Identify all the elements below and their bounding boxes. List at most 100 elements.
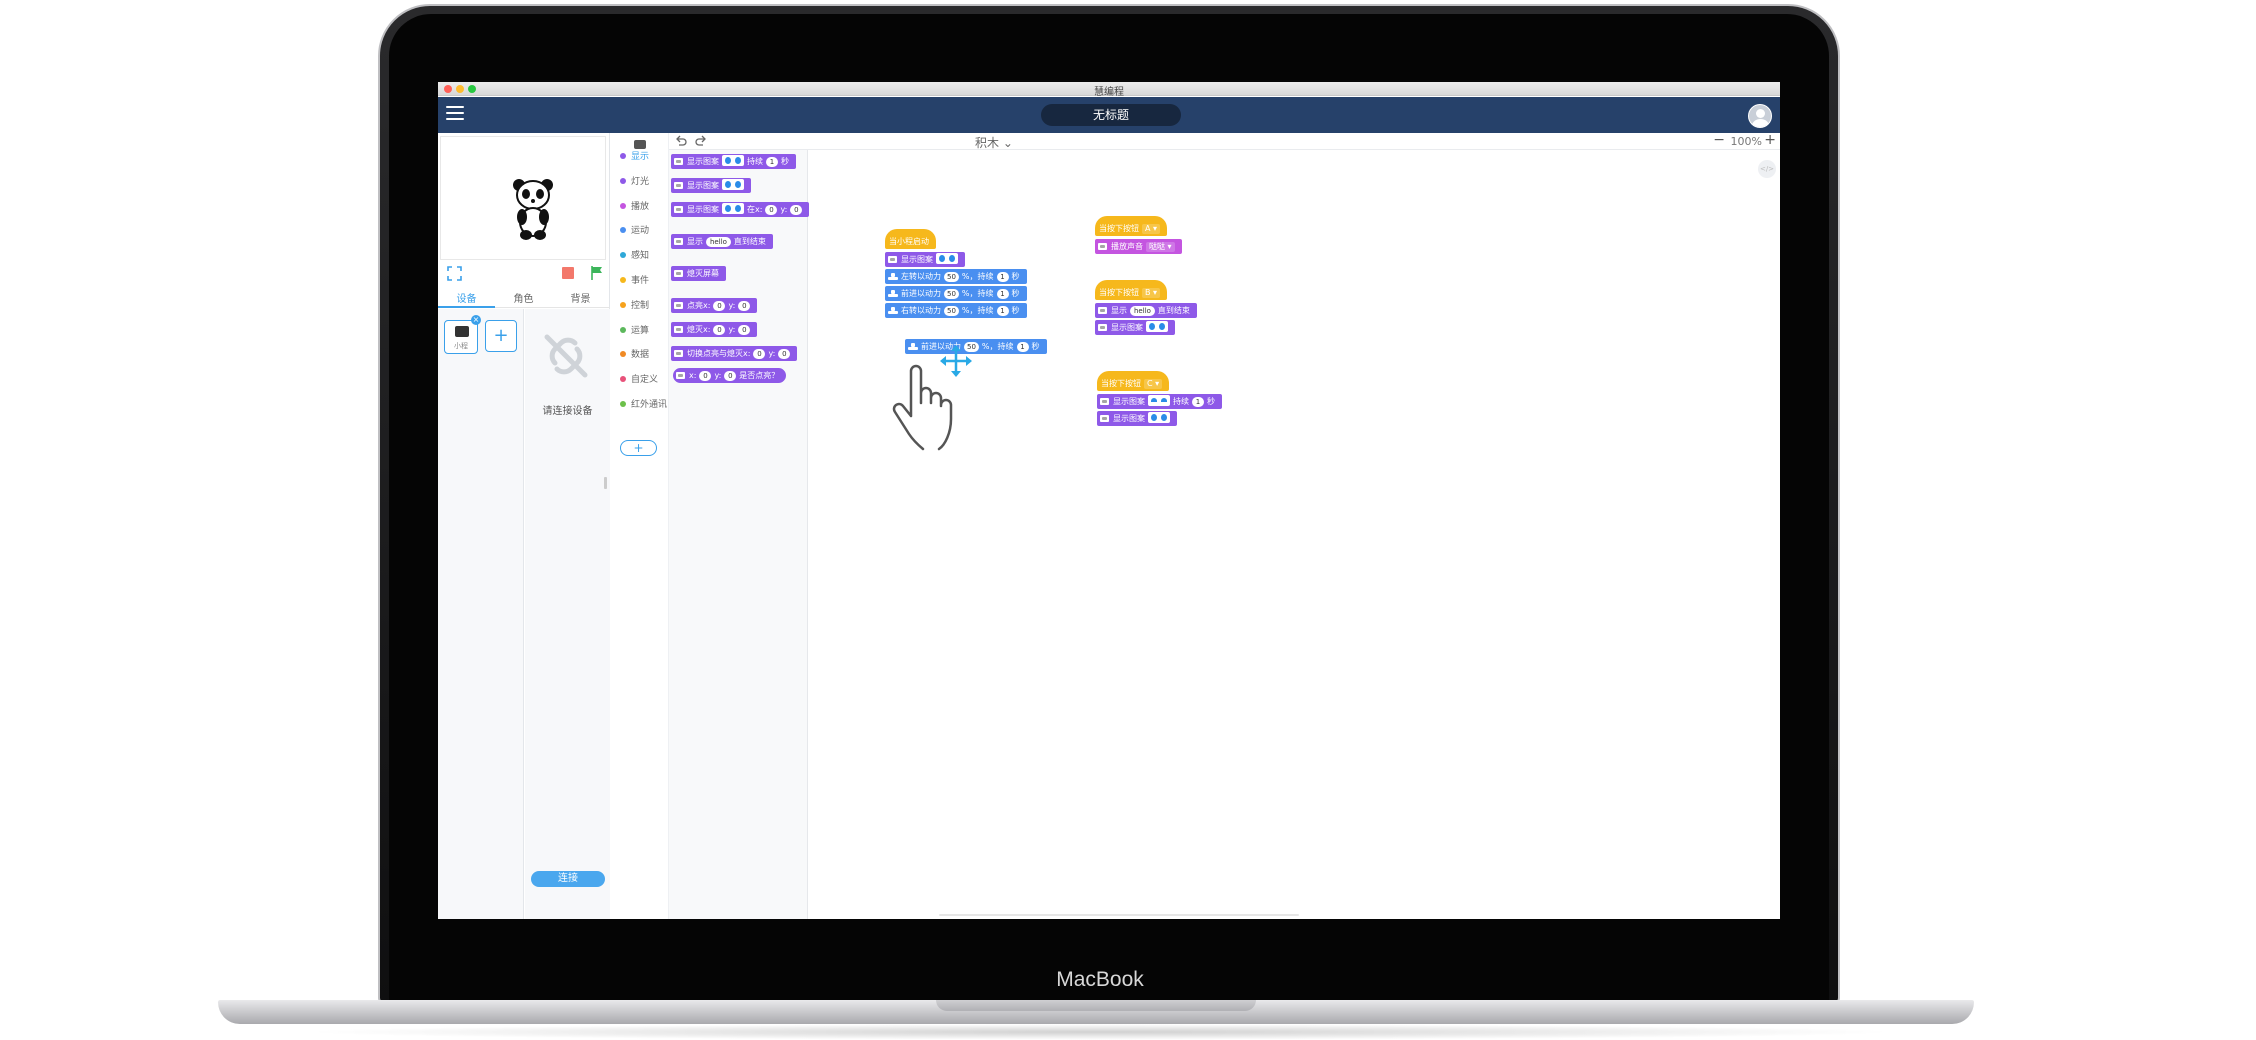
button-dropdown[interactable]: A ▾ xyxy=(1142,224,1161,234)
block-show-pattern[interactable]: 显示图案 xyxy=(1097,411,1177,426)
block-play-sound[interactable]: 播放声音 哒哒 ▾ xyxy=(1095,239,1182,254)
mode-select[interactable]: 积木 ⌄ xyxy=(975,134,1013,151)
button-dropdown[interactable]: B ▾ xyxy=(1142,288,1161,298)
number-input[interactable]: 0 xyxy=(765,205,778,215)
number-input[interactable]: 1 xyxy=(996,306,1009,316)
block-is-lit[interactable]: x: 0 y: 0 是否点亮？ xyxy=(673,368,787,383)
number-input[interactable]: 0 xyxy=(778,349,791,359)
number-input[interactable]: 0 xyxy=(738,325,751,335)
category-dot-icon xyxy=(620,277,626,283)
pattern-input[interactable] xyxy=(722,179,744,190)
pattern-input[interactable] xyxy=(1146,321,1168,332)
block-light-on[interactable]: 点亮x: 0 y: 0 xyxy=(671,298,758,313)
number-input[interactable]: 0 xyxy=(713,301,726,311)
workspace-scrollbar[interactable] xyxy=(939,914,1299,916)
category-item[interactable]: 灯光 xyxy=(620,174,649,188)
block-show-pattern[interactable]: 显示图案 xyxy=(671,178,751,193)
block-turn-left[interactable]: 左转以动力 50 %，持续 1 秒 xyxy=(885,269,1027,284)
block-show-pattern[interactable]: 显示图案 xyxy=(1095,320,1175,335)
tab-devices[interactable]: 设备 xyxy=(438,290,495,305)
sound-dropdown[interactable]: 哒哒 ▾ xyxy=(1146,242,1175,252)
category-item[interactable]: 运动 xyxy=(620,223,649,237)
category-item[interactable]: 数据 xyxy=(620,347,649,361)
block-palette: 显示图案 持续 1 秒 显示图案 显示图案 在x: 0 y: 0 显示 hello 直到结束 熄灭… xyxy=(669,150,810,919)
category-item[interactable]: 自定义 xyxy=(620,372,658,386)
number-input[interactable]: 0 xyxy=(738,301,751,311)
number-input[interactable]: 50 xyxy=(944,289,959,299)
number-input[interactable]: 50 xyxy=(944,306,959,316)
zoom-in-button[interactable]: + xyxy=(1764,132,1776,148)
number-input[interactable]: 1 xyxy=(766,157,778,167)
text-input[interactable]: hello xyxy=(706,237,731,247)
hat-block-button-b[interactable]: 当按下按钮 B ▾ xyxy=(1095,280,1168,300)
block-show-text[interactable]: 显示 hello 直到结束 xyxy=(671,234,773,249)
category-item[interactable]: 播放 xyxy=(620,199,649,213)
stop-icon[interactable] xyxy=(562,267,574,279)
block-show-text[interactable]: 显示 hello 直到结束 xyxy=(1095,303,1197,318)
number-input[interactable]: 1 xyxy=(996,272,1009,282)
panda-sprite[interactable] xyxy=(503,167,563,247)
add-device-button[interactable]: + xyxy=(485,320,517,352)
number-input[interactable]: 0 xyxy=(753,349,766,359)
hat-block-button-c[interactable]: 当按下按钮 C ▾ xyxy=(1097,371,1170,391)
connect-button[interactable]: 连接 xyxy=(531,871,605,887)
number-input[interactable]: 1 xyxy=(1016,342,1029,352)
block-show-pattern-for[interactable]: 显示图案 持续 1 秒 xyxy=(671,154,796,169)
block-show-pattern[interactable]: 显示图案 xyxy=(885,252,965,267)
chevron-down-icon: ⌄ xyxy=(1002,136,1013,150)
number-input[interactable]: 0 xyxy=(713,325,726,335)
block-label: 是否点亮？ xyxy=(739,371,780,380)
button-dropdown[interactable]: C ▾ xyxy=(1144,379,1163,389)
block-toggle-light[interactable]: 切换点亮与熄灭x: 0 y: 0 xyxy=(671,346,798,361)
dragged-block-forward[interactable]: 前进以动力 50 %，持续 1 秒 xyxy=(905,339,1047,354)
block-show-pattern-at[interactable]: 显示图案 在x: 0 y: 0 xyxy=(671,202,810,217)
category-item[interactable]: 感知 xyxy=(620,248,649,262)
tab-sprites[interactable]: 角色 xyxy=(495,290,552,305)
unlink-icon xyxy=(544,334,588,378)
category-item[interactable]: 运算 xyxy=(620,323,649,337)
fullscreen-icon[interactable] xyxy=(447,266,462,281)
laptop-shadow xyxy=(300,1024,1900,1040)
block-show-pattern-for[interactable]: 显示图案 持续 1 秒 xyxy=(1097,394,1222,409)
number-input[interactable]: 1 xyxy=(1192,397,1204,407)
number-input[interactable]: 0 xyxy=(790,205,803,215)
category-item[interactable]: 显示 xyxy=(620,149,649,163)
pattern-input[interactable] xyxy=(1148,412,1170,423)
hat-block-button-a[interactable]: 当按下按钮 A ▾ xyxy=(1095,216,1168,236)
panel-resize-handle[interactable] xyxy=(604,477,607,489)
project-title[interactable]: 无标题 xyxy=(1041,104,1181,126)
workspace-corner-badge[interactable]: </> xyxy=(1758,160,1776,178)
pattern-input[interactable] xyxy=(936,253,958,264)
number-input[interactable]: 1 xyxy=(996,289,1009,299)
user-avatar[interactable] xyxy=(1748,104,1772,128)
block-turn-right[interactable]: 右转以动力 50 %，持续 1 秒 xyxy=(885,303,1027,318)
pattern-input[interactable] xyxy=(722,203,744,214)
robot-block-icon xyxy=(674,158,683,165)
hamburger-menu-icon[interactable] xyxy=(446,106,464,122)
hat-block-on-start[interactable]: 当小程启动 xyxy=(885,229,936,249)
number-input[interactable]: 0 xyxy=(724,371,737,381)
number-input[interactable]: 0 xyxy=(699,371,712,381)
script-workspace[interactable]: </> 当小程启动 显示图案 左转以动力 50 %，持续 1 秒 前进以动力 50 %，持续… xyxy=(809,151,1780,919)
zoom-out-button[interactable]: − xyxy=(1713,132,1725,148)
device-card[interactable]: 小程 xyxy=(444,320,478,354)
block-clear-screen[interactable]: 熄灭屏幕 xyxy=(671,266,726,281)
undo-icon[interactable] xyxy=(675,135,687,147)
tab-backgrounds[interactable]: 背景 xyxy=(552,290,609,305)
category-item[interactable]: 事件 xyxy=(620,273,649,287)
number-input[interactable]: 50 xyxy=(944,272,959,282)
block-forward[interactable]: 前进以动力 50 %，持续 1 秒 xyxy=(885,286,1027,301)
green-flag-icon[interactable] xyxy=(589,265,605,281)
text-input[interactable]: hello xyxy=(1130,306,1155,316)
remove-device-icon[interactable]: × xyxy=(471,315,481,325)
redo-icon[interactable] xyxy=(695,135,707,147)
robot-block-icon xyxy=(674,238,683,245)
block-label: 持续 xyxy=(747,157,763,166)
block-light-off[interactable]: 熄灭x: 0 y: 0 xyxy=(671,322,758,337)
pattern-input[interactable] xyxy=(1148,395,1170,406)
add-extension-button[interactable]: + xyxy=(620,440,657,456)
category-item[interactable]: 红外通讯 xyxy=(620,397,667,411)
category-item[interactable]: 控制 xyxy=(620,298,649,312)
category-dot-icon xyxy=(620,202,626,209)
pattern-input[interactable] xyxy=(722,155,744,166)
